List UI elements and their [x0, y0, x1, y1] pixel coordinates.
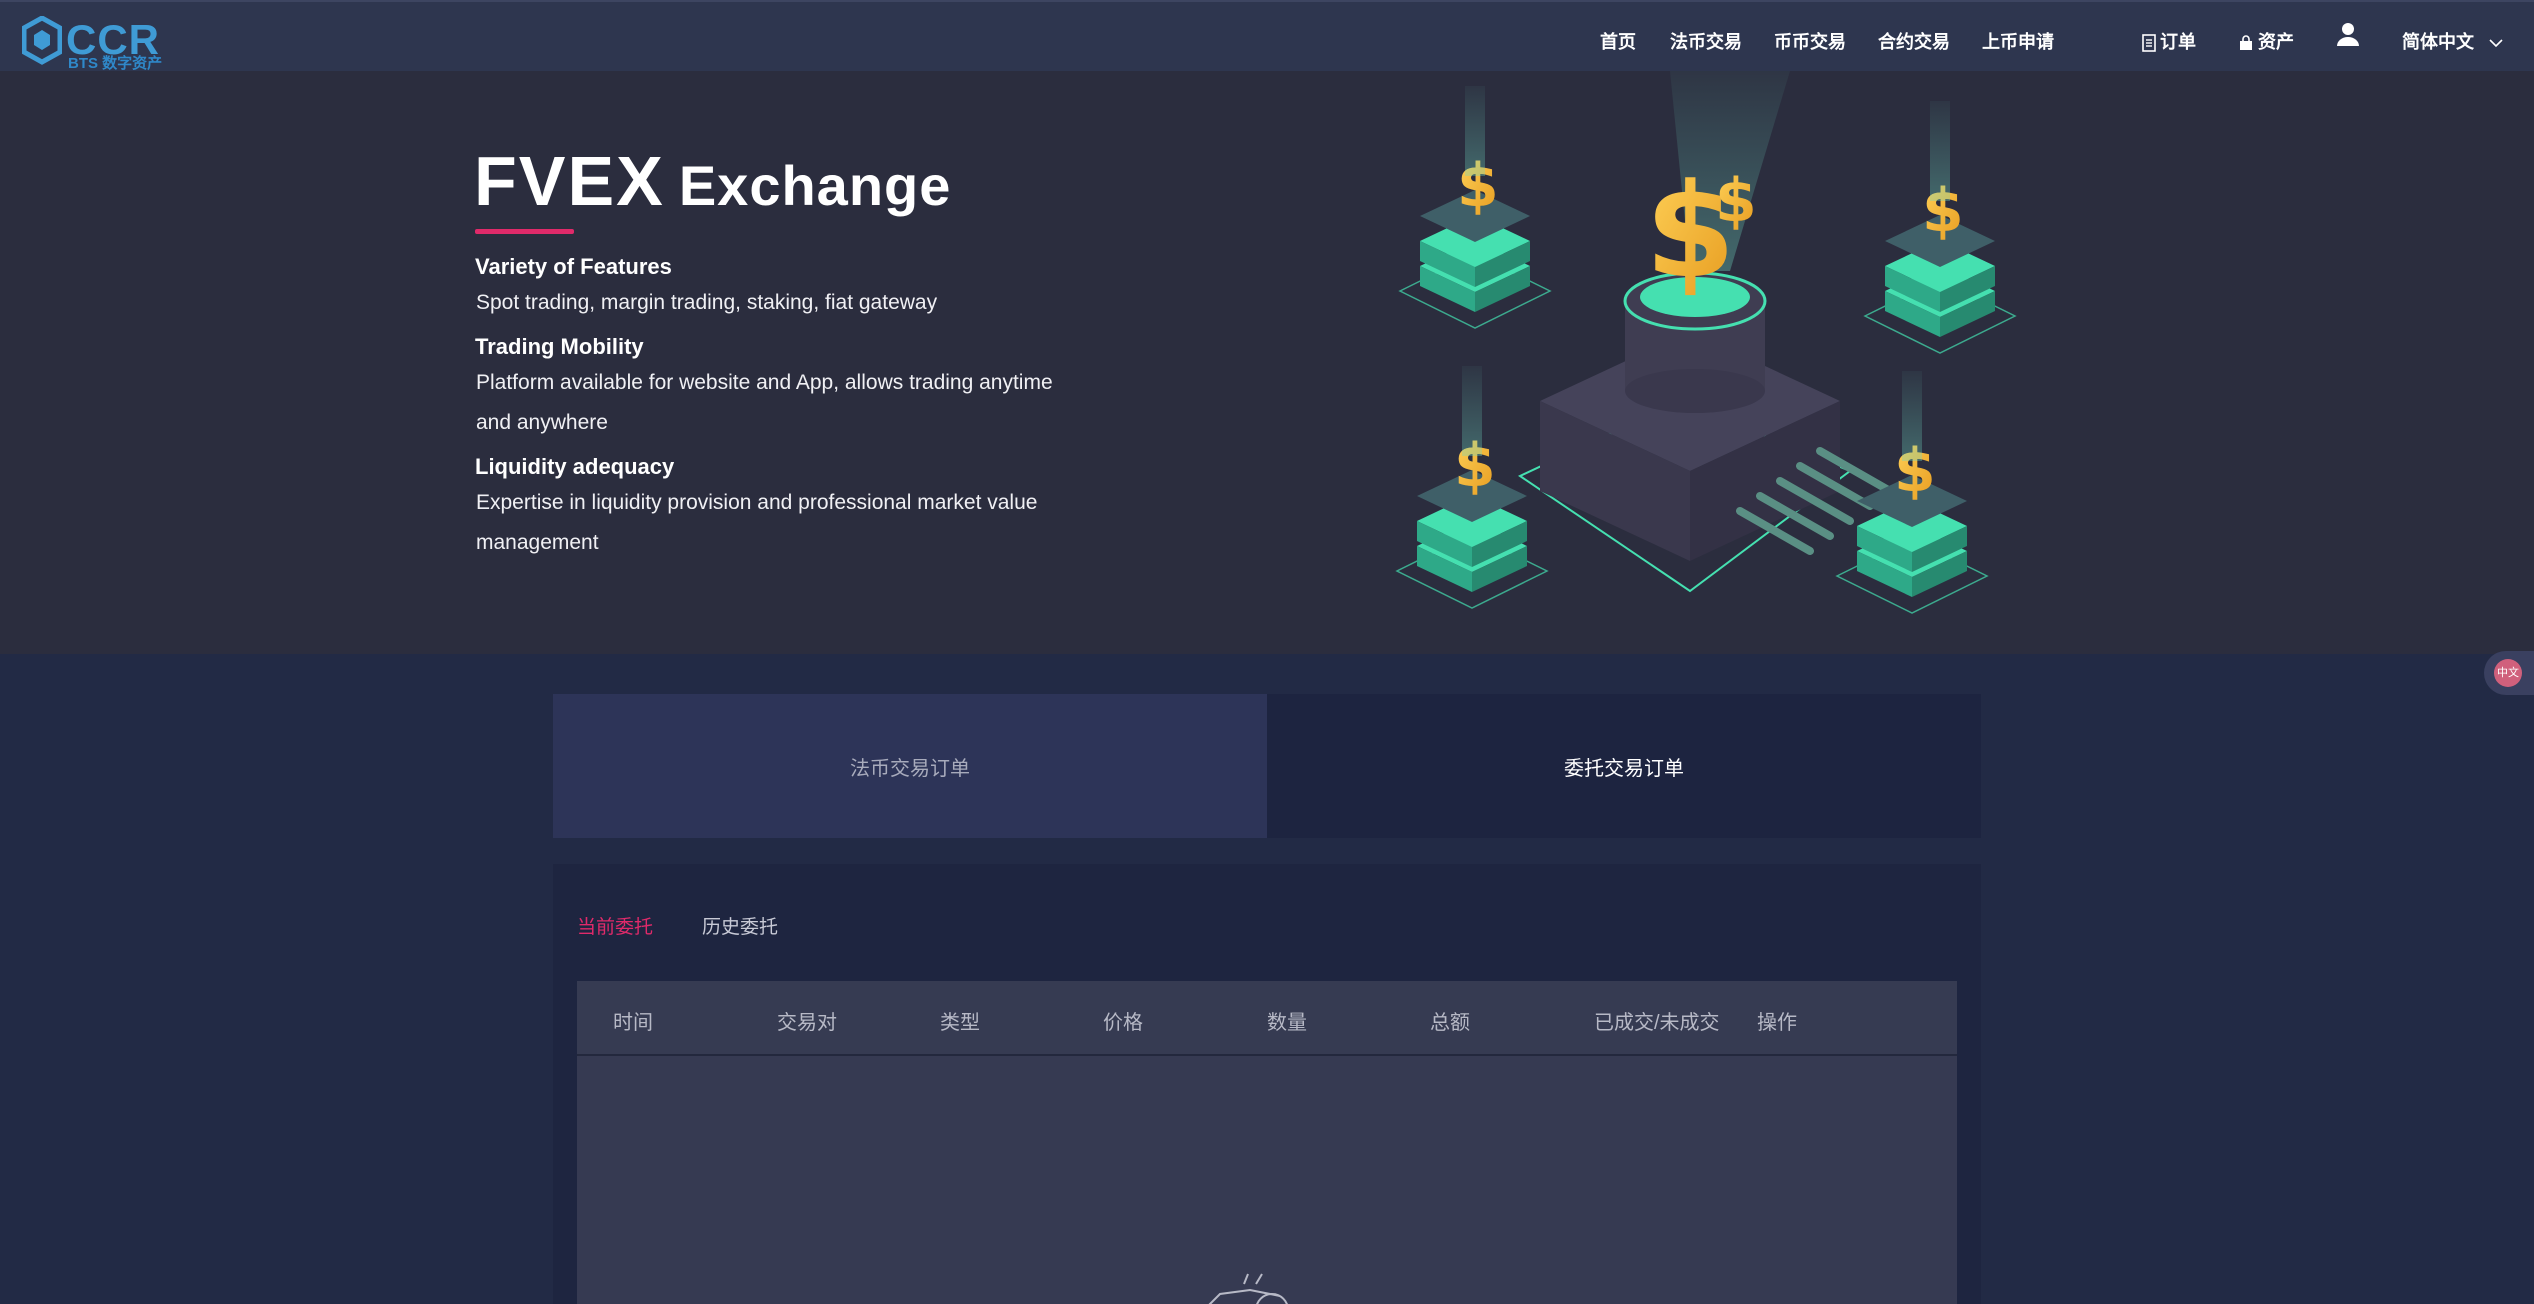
logo-cube-icon: [22, 16, 62, 65]
document-icon: [2142, 34, 2156, 53]
tab-fiat-orders[interactable]: 法币交易订单: [553, 694, 1267, 838]
nav-fiat-trade[interactable]: 法币交易: [1670, 28, 1742, 54]
hero-title-sub: Exchange: [678, 154, 952, 217]
column-header-filled: 已成交/未成交: [1594, 1012, 1720, 1034]
translate-icon: 中文: [2494, 659, 2522, 687]
hero-underline: [475, 229, 574, 234]
column-header-total: 总额: [1430, 1012, 1470, 1034]
feature-title-2: Trading Mobility: [475, 334, 644, 359]
column-header-type: 类型: [940, 1012, 980, 1034]
brand-logo[interactable]: CCR BTS 数字资产: [22, 14, 172, 72]
subtab-history-orders[interactable]: 历史委托: [702, 912, 778, 939]
nav-listing-apply[interactable]: 上币申请: [1982, 28, 2054, 54]
nav-assets[interactable]: 资产: [2238, 28, 2294, 54]
feature-desc-2: Platform available for website and App, …: [476, 371, 1053, 434]
hero-title: FVEX Exchange: [474, 141, 951, 221]
nav-contract-trade[interactable]: 合约交易: [1878, 28, 1950, 54]
feature-desc-3: Expertise in liquidity provision and pro…: [476, 491, 1038, 554]
feature-title-3: Liquidity adequacy: [475, 454, 675, 479]
logo-subtext: BTS 数字资产: [68, 55, 163, 72]
language-label: 简体中文: [2402, 32, 2474, 52]
hero-illustration: $ $ $ $ $ $: [1395, 71, 2017, 614]
bag-icon: [2240, 35, 2252, 51]
column-header-price: 价格: [1103, 1012, 1143, 1034]
column-header-pair: 交易对: [777, 1012, 837, 1034]
translate-badge[interactable]: 中文: [2484, 651, 2534, 695]
subtab-current-orders[interactable]: 当前委托: [577, 912, 653, 939]
orders-table-header: 时间 交易对 类型 价格 数量 总额 已成交/未成交 操作: [577, 981, 1957, 1056]
nav-assets-label: 资产: [2258, 32, 2294, 52]
column-header-amount: 数量: [1267, 1012, 1307, 1034]
hero-banner: FVEX Exchange Variety of Features Spot tr…: [0, 71, 2534, 654]
nav-orders-label: 订单: [2160, 32, 2196, 52]
nav-orders[interactable]: 订单: [2142, 28, 2196, 54]
nav-spot-trade[interactable]: 币币交易: [1774, 28, 1846, 54]
feature-title-1: Variety of Features: [475, 254, 672, 279]
orders-table-body: [577, 1056, 1957, 1304]
user-icon[interactable]: [2336, 21, 2360, 47]
top-navbar: CCR BTS 数字资产 首页 法币交易 币币交易 合约交易 上币申请 订单 资…: [0, 0, 2534, 72]
feature-desc-1: Spot trading, margin trading, staking, f…: [476, 291, 938, 314]
tab-entrust-orders[interactable]: 委托交易订单: [1267, 694, 1981, 838]
empty-state-icon: [1208, 1273, 1288, 1304]
svg-text:$: $: [1715, 166, 1757, 236]
column-header-action: 操作: [1757, 1012, 1797, 1034]
language-selector[interactable]: 简体中文: [2402, 28, 2503, 54]
hero-title-main: FVEX: [474, 142, 665, 220]
chevron-down-icon: [2489, 39, 2503, 48]
nav-home[interactable]: 首页: [1600, 28, 1636, 54]
column-header-time: 时间: [613, 1012, 653, 1034]
